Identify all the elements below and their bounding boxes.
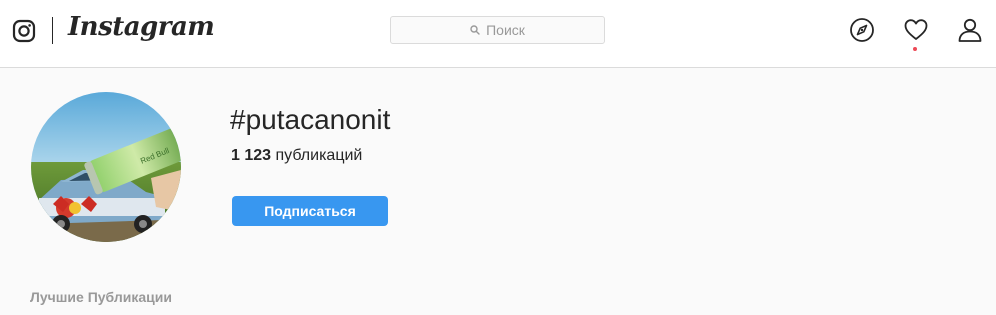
- post-count-label: публикаций: [275, 147, 363, 164]
- search-placeholder: Поиск: [486, 22, 525, 38]
- search-input[interactable]: Поиск: [390, 16, 605, 44]
- top-posts-heading: Лучшие Публикации: [30, 289, 172, 305]
- compass-icon[interactable]: [849, 17, 875, 43]
- search-icon: [470, 25, 480, 35]
- avatar-photo: Red Bull: [31, 92, 181, 242]
- heart-icon[interactable]: [903, 17, 929, 43]
- post-count-number: 1 123: [231, 147, 272, 164]
- logo-divider: [52, 17, 53, 44]
- instagram-wordmark[interactable]: Instagram: [68, 12, 215, 42]
- notification-dot: [913, 47, 917, 51]
- hashtag-title: #putacanonit: [230, 104, 391, 135]
- hashtag-avatar-image: Red Bull: [31, 92, 181, 242]
- post-count: 1 123 публикаций: [231, 146, 362, 166]
- instagram-glyph-icon[interactable]: [12, 19, 36, 43]
- top-navigation-bar: Instagram Поиск: [0, 0, 996, 68]
- follow-button[interactable]: Подписаться: [232, 196, 388, 226]
- profile-icon[interactable]: [957, 17, 983, 43]
